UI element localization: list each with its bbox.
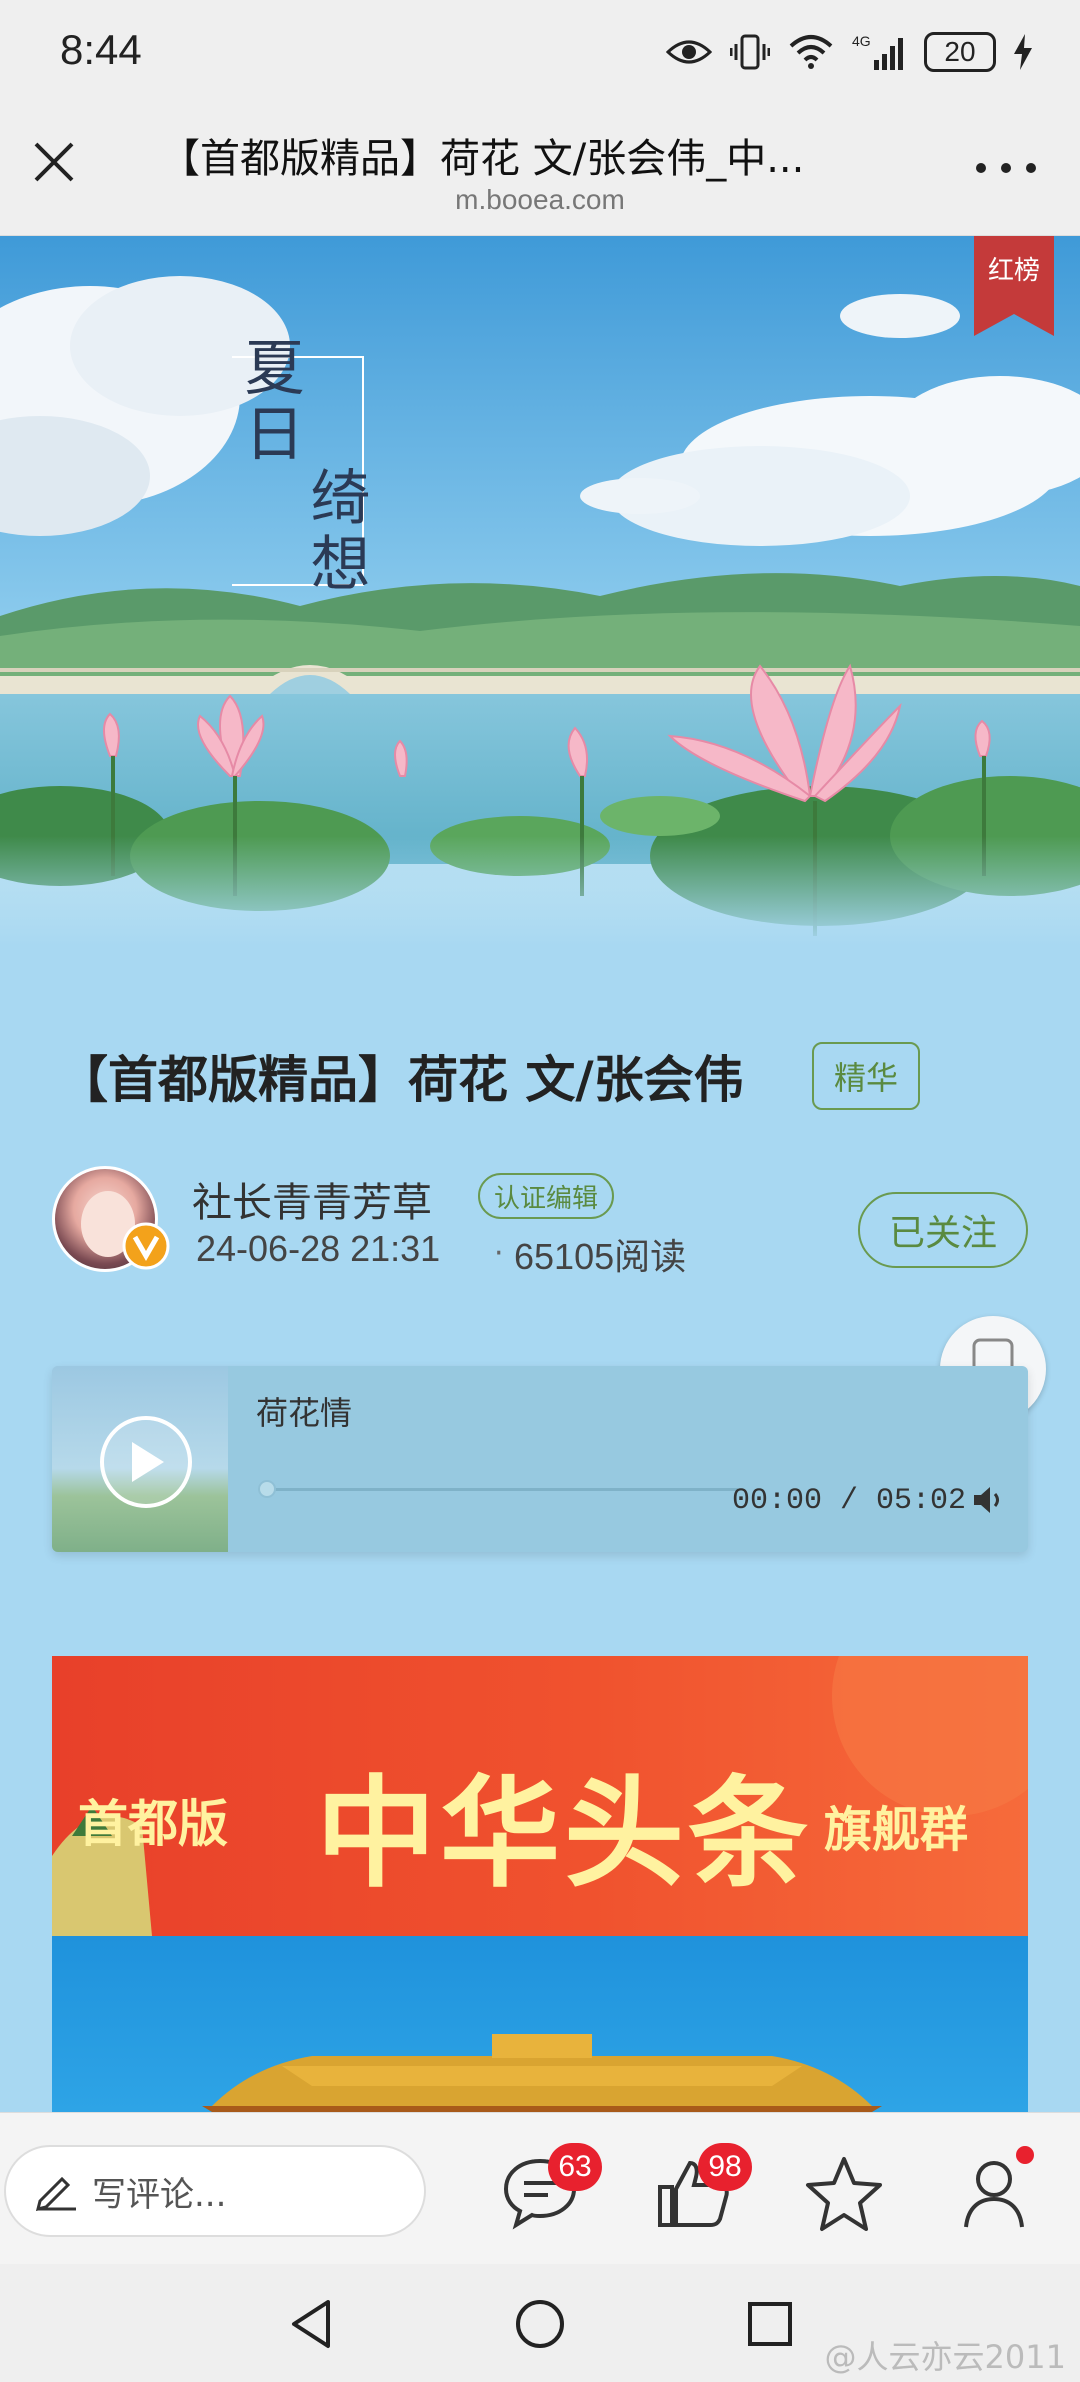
recent-apps-icon[interactable] xyxy=(742,2296,798,2352)
audio-progress-knob[interactable] xyxy=(258,1480,276,1498)
home-icon[interactable] xyxy=(512,2296,568,2352)
audio-title: 荷花情 xyxy=(256,1394,353,1432)
certified-editor-badge: 认证编辑 xyxy=(478,1173,615,1219)
audio-player: 荷花情 00:00 / 05:02 xyxy=(52,1366,1028,1552)
profile-icon[interactable] xyxy=(956,2153,1036,2233)
bottom-action-bar: 写评论... 63 98 xyxy=(0,2112,1080,2264)
banner-prefix-text: 首都版 xyxy=(78,1795,228,1853)
banner-suffix-text: 旗舰群 xyxy=(824,1802,969,1858)
status-time: 8:44 xyxy=(60,26,142,73)
status-icons: 4G 20 xyxy=(666,28,1032,76)
audio-time: 00:00 / 05:02 xyxy=(732,1484,967,1518)
svg-text:4G: 4G xyxy=(852,33,871,49)
banner-main-text: 中华头条 xyxy=(316,1765,812,1904)
article-title: 【首都版精品】荷花 文/张会伟 xyxy=(58,1051,744,1109)
hero-illustration xyxy=(0,236,1080,946)
page-title: 【首都版精品】荷花 文/张会伟_中... xyxy=(160,136,805,182)
read-count: 65105阅读 xyxy=(514,1236,687,1277)
verified-v-icon xyxy=(122,1222,170,1270)
close-icon[interactable] xyxy=(30,138,78,186)
author-name[interactable]: 社长青青芳草 xyxy=(192,1170,432,1228)
watermark: @人云亦云2011 xyxy=(824,2338,1066,2376)
content-palace-image xyxy=(52,1936,1028,2112)
pencil-icon xyxy=(35,2176,76,2211)
volume-icon[interactable] xyxy=(970,1482,1006,1518)
signal-icon: 4G xyxy=(852,33,903,70)
more-options-button[interactable] xyxy=(976,158,1036,178)
eye-icon xyxy=(666,40,712,64)
play-button[interactable] xyxy=(100,1416,192,1508)
palace-illustration xyxy=(202,2034,882,2112)
hero-banner: 夏日 绮想 红榜 xyxy=(0,236,1080,946)
back-icon[interactable] xyxy=(284,2296,340,2352)
hero-title-line1: 夏日 xyxy=(234,336,304,468)
comment-count-badge: 63 xyxy=(548,2143,602,2191)
essence-badge: 精华 xyxy=(812,1042,920,1110)
status-bar: 8:44 4G 20 xyxy=(0,0,1080,104)
profile-notification-dot xyxy=(1016,2146,1034,2164)
battery-indicator: 20 xyxy=(924,32,996,72)
audio-progress-track[interactable] xyxy=(266,1488,738,1491)
follow-button[interactable]: 已关注 xyxy=(858,1192,1028,1268)
vibrate-icon xyxy=(730,34,770,70)
comment-placeholder: 写评论... xyxy=(92,2174,227,2215)
page-url: m.booea.com xyxy=(455,184,625,215)
wifi-icon xyxy=(789,35,833,69)
play-icon xyxy=(132,1442,164,1482)
browser-header: 【首都版精品】荷花 文/张会伟_中... m.booea.com xyxy=(0,104,1080,236)
star-icon[interactable] xyxy=(804,2153,884,2233)
meta-separator: · xyxy=(494,1236,504,1271)
post-date: 24-06-28 21:31 xyxy=(196,1228,441,1269)
charging-icon xyxy=(1014,34,1032,70)
hero-title-line2: 绮想 xyxy=(300,466,370,598)
like-count-badge: 98 xyxy=(698,2143,752,2191)
comment-input[interactable]: 写评论... xyxy=(4,2145,426,2237)
